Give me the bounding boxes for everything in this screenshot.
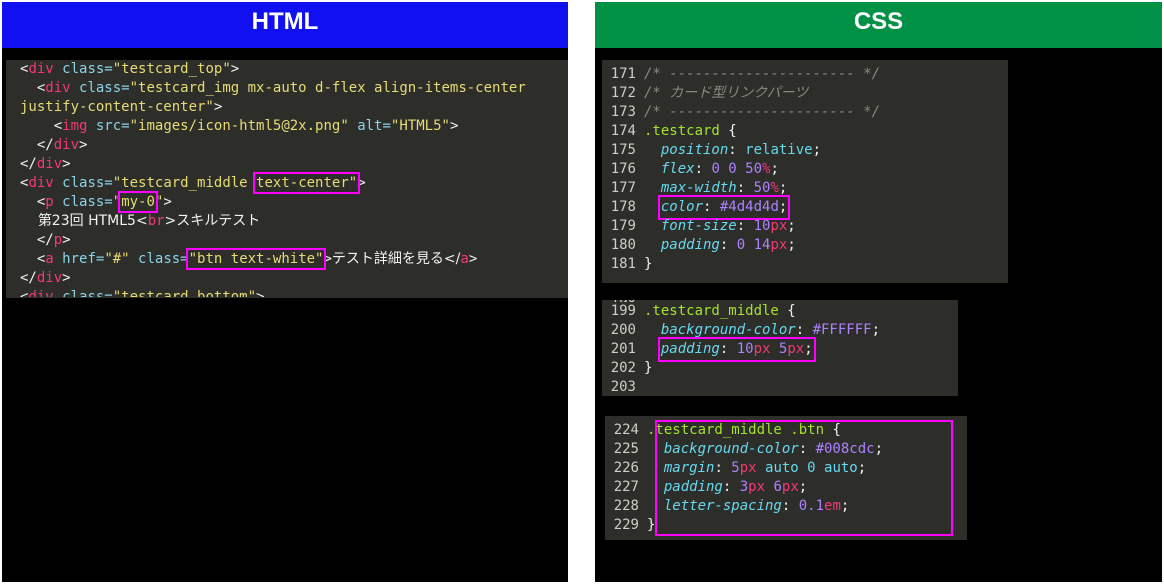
- code-line: 179 font-size: 10 px;: [610, 218, 796, 234]
- code-line: </p>: [20, 232, 71, 248]
- css-panel: CSS 171/* ---------------------- */ 172/…: [595, 2, 1162, 582]
- code-line: 181}: [610, 256, 653, 272]
- code-line: 200 background-color: #FFFFFF;: [610, 322, 881, 338]
- highlight-color-rule: color: #4d4d4d;: [657, 195, 791, 220]
- code-line: justify-content-center">: [20, 99, 223, 115]
- code-line: 173/* ---------------------- */: [610, 104, 881, 120]
- highlight-padding-rule: padding: 10px 5px;: [657, 337, 816, 362]
- code-line: 202}: [610, 360, 653, 376]
- code-line: 203: [610, 379, 636, 395]
- code-line: <img src="images/icon-html5@2x.png" alt=…: [20, 118, 459, 134]
- code-line: 172/* カード型リンクパーツ: [610, 85, 809, 101]
- highlight-text-center: text-center": [253, 172, 361, 194]
- code-line: 199 .testcard_middle {: [610, 303, 796, 319]
- html-panel: HTML <div class="testcard_top"> <div cla…: [2, 2, 568, 582]
- code-line: 177 max-width: 50%;: [610, 180, 788, 196]
- code-line: <div class="testcard_middle text-center"…: [20, 172, 366, 194]
- code-line: <div class="testcard_bottom">: [20, 289, 265, 297]
- highlight-btn-rule-box: [655, 420, 953, 536]
- html-panel-title: HTML: [2, 2, 568, 48]
- code-line: </div>: [20, 270, 71, 286]
- code-line: 174 .testcard {: [610, 123, 737, 139]
- css-panel-title: CSS: [595, 2, 1162, 48]
- code-line: 175 position: relative;: [610, 142, 822, 158]
- code-line: 178 color: #4d4d4d;: [610, 195, 791, 220]
- code-line: <a href="#" class="btn text-white">テスト詳細…: [20, 248, 478, 270]
- code-line: <p class="my-0">: [20, 191, 172, 213]
- css-code-editor-btn[interactable]: 224 .testcard_middle .btn { 225 backgroun…: [605, 416, 967, 540]
- code-line: </div>: [20, 156, 71, 172]
- highlight-btn-text-white: "btn text-white": [185, 248, 327, 270]
- html-code-editor[interactable]: <div class="testcard_top"> <div class="t…: [6, 60, 568, 298]
- highlight-my-0: my-0: [118, 191, 158, 213]
- code-line: <div class="testcard_top">: [20, 61, 240, 77]
- code-line: 第23回 HTML5<br>スキルテスト: [37, 213, 261, 229]
- code-line: 180 padding: 0 14 px;: [610, 237, 796, 253]
- css-code-editor-testcard[interactable]: 171/* ---------------------- */ 172/* カー…: [602, 60, 1008, 283]
- code-line: </div>: [20, 137, 88, 153]
- code-line: <div class="testcard_img mx-auto d-flex …: [20, 80, 526, 96]
- code-line: 176 flex: 0 0 50%;: [610, 161, 779, 177]
- css-code-editor-testcard-middle[interactable]: 198 199.testcard_middle { 200 background…: [602, 300, 958, 396]
- code-line: 201 padding: 10px 5px;: [610, 337, 816, 362]
- tag-div: div: [28, 61, 54, 77]
- code-line: 171/* ---------------------- */: [610, 66, 881, 82]
